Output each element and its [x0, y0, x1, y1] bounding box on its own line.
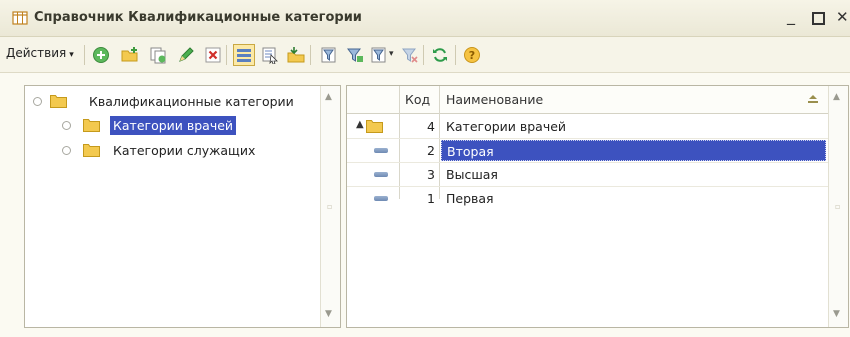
parent-group-arrow-icon: ▲ — [356, 119, 364, 130]
edit-icon[interactable] — [177, 46, 195, 64]
scroll-grip-icon[interactable]: ▫ — [835, 202, 842, 211]
column-header-code[interactable]: Код — [405, 92, 430, 107]
column-header-name[interactable]: Наименование — [446, 92, 543, 107]
folder-icon — [50, 95, 67, 108]
tree-item-doctor-categories[interactable]: Категории врачей — [25, 115, 315, 137]
tree-item-employee-categories[interactable]: Категории служащих — [25, 140, 315, 162]
tree-item-label: Категории врачей — [110, 116, 237, 135]
tree-node-marker[interactable] — [33, 97, 42, 106]
items-list-panel: Код Наименование ▲ 4 Категории врачей 2 … — [346, 85, 849, 328]
tree-scrollbar[interactable]: ▲ ▫ ▼ — [320, 86, 340, 327]
item-icon — [374, 148, 388, 153]
filter-dropdown-icon[interactable] — [370, 46, 388, 64]
chevron-down-icon[interactable]: ▾ — [389, 49, 394, 59]
cell-code: 2 — [427, 143, 435, 158]
delete-icon[interactable] — [204, 46, 222, 64]
help-icon[interactable]: ? — [463, 46, 481, 64]
tree-item-label: Квалификационные категории — [89, 94, 294, 109]
sort-ascending-icon[interactable] — [807, 94, 819, 104]
cell-name: Категории врачей — [446, 119, 567, 134]
minimize-button[interactable]: _ — [787, 6, 795, 25]
copy-icon[interactable] — [149, 46, 167, 64]
folder-icon — [83, 144, 100, 157]
actions-label: Действия — [6, 46, 67, 60]
toolbar-separator — [226, 45, 227, 65]
close-button[interactable]: ✕ — [836, 8, 849, 26]
cell-code: 1 — [427, 191, 435, 206]
item-icon — [374, 172, 388, 177]
scroll-grip-icon[interactable]: ▫ — [327, 202, 334, 211]
filter-by-value-icon[interactable] — [346, 46, 364, 64]
cell-code: 4 — [427, 119, 435, 134]
cell-name: Первая — [446, 191, 494, 206]
title-bar: Справочник Квалификационные категории _ … — [0, 0, 850, 37]
list-scrollbar[interactable]: ▲ ▫ ▼ — [828, 86, 848, 327]
add-group-icon[interactable] — [121, 46, 139, 64]
scroll-up-arrow-icon[interactable]: ▲ — [833, 92, 840, 102]
toolbar-separator — [455, 45, 456, 65]
window-title: Справочник Квалификационные категории — [34, 10, 362, 25]
tree-item-label: Категории служащих — [113, 143, 256, 158]
toolbar-separator — [423, 45, 424, 65]
filter-settings-icon[interactable] — [320, 46, 338, 64]
table-row[interactable]: 1 Первая — [347, 187, 828, 211]
move-to-group-icon[interactable] — [287, 46, 305, 64]
table-icon — [12, 11, 28, 25]
folder-icon — [366, 120, 383, 133]
tree-node-marker[interactable] — [62, 146, 71, 155]
add-icon[interactable] — [92, 46, 110, 64]
folder-icon — [83, 119, 100, 132]
scroll-down-arrow-icon[interactable]: ▼ — [833, 309, 840, 319]
toolbar-separator — [84, 45, 85, 65]
table-row[interactable]: 2 Вторая — [347, 139, 828, 163]
maximize-button[interactable] — [812, 12, 825, 25]
hierarchy-list-icon[interactable] — [233, 44, 255, 66]
actions-menu-button[interactable]: Действия ▾ — [6, 46, 74, 60]
tree-node-marker[interactable] — [62, 121, 71, 130]
table-row[interactable]: 3 Высшая — [347, 163, 828, 187]
item-icon — [374, 196, 388, 201]
svg-text:?: ? — [469, 49, 475, 62]
toolbar-separator — [310, 45, 311, 65]
list-header: Код Наименование — [347, 86, 828, 114]
tree-item-root[interactable]: Квалификационные категории — [25, 91, 315, 113]
chevron-down-icon: ▾ — [69, 50, 74, 60]
clear-filter-icon[interactable] — [401, 46, 419, 64]
hierarchy-view-icon[interactable] — [261, 46, 279, 64]
cell-name: Вторая — [441, 140, 826, 161]
toolbar: Действия ▾ ▾ ? — [0, 37, 850, 73]
scroll-down-arrow-icon[interactable]: ▼ — [325, 309, 332, 319]
table-row[interactable]: ▲ 4 Категории врачей — [347, 115, 828, 139]
scroll-up-arrow-icon[interactable]: ▲ — [325, 92, 332, 102]
cell-name: Высшая — [446, 167, 498, 182]
cell-code: 3 — [427, 167, 435, 182]
refresh-icon[interactable] — [431, 46, 449, 64]
groups-tree-panel: Квалификационные категории Категории вра… — [24, 85, 341, 328]
